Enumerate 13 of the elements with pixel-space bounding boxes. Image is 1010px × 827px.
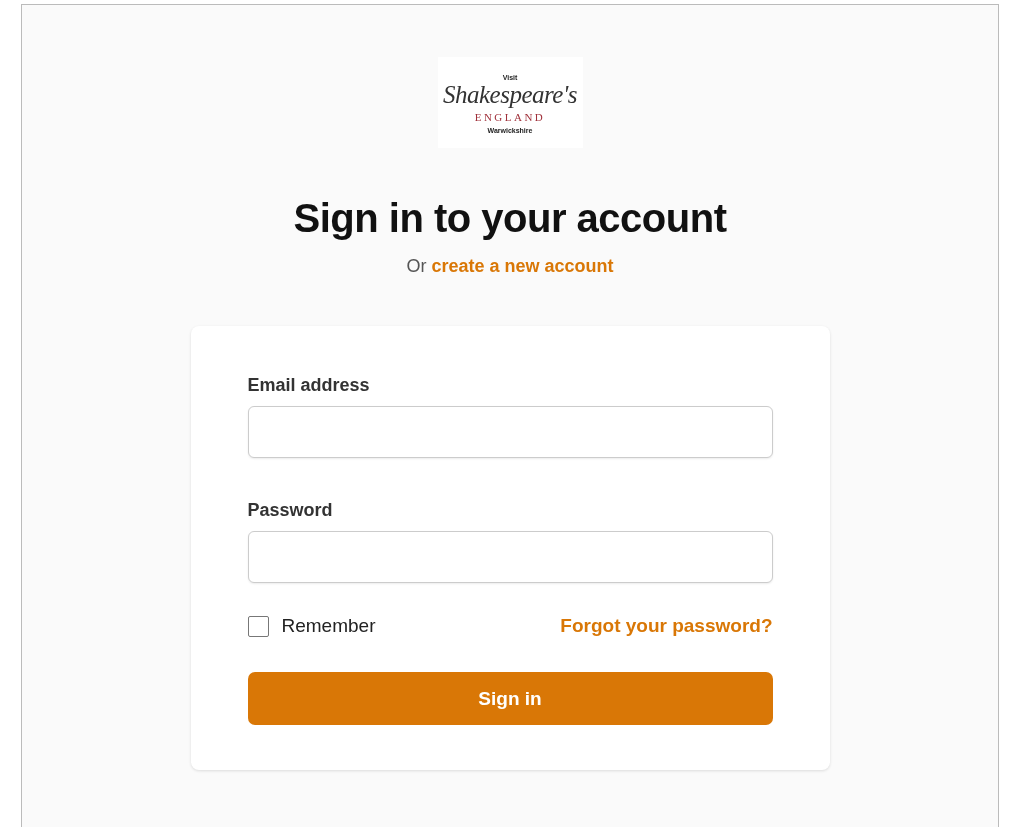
logo-text: Shakespeare's: [443, 81, 577, 108]
create-account-link[interactable]: create a new account: [431, 256, 614, 276]
remember-checkbox[interactable]: [247, 615, 269, 637]
field-label: Email address: [247, 374, 371, 397]
forgot-password-link[interactable]: Forgot your password?: [560, 615, 773, 637]
page-title: Sign in to your account: [293, 195, 727, 242]
remember-label: Remember: [281, 615, 376, 637]
subtitle-text: Or: [406, 256, 427, 276]
logo-text: ENGLAND: [474, 109, 546, 124]
sign-in-button[interactable]: Sign in: [247, 672, 773, 725]
field-label: Password: [247, 499, 334, 522]
email-field[interactable]: [247, 406, 773, 458]
password-field[interactable]: [247, 531, 773, 583]
